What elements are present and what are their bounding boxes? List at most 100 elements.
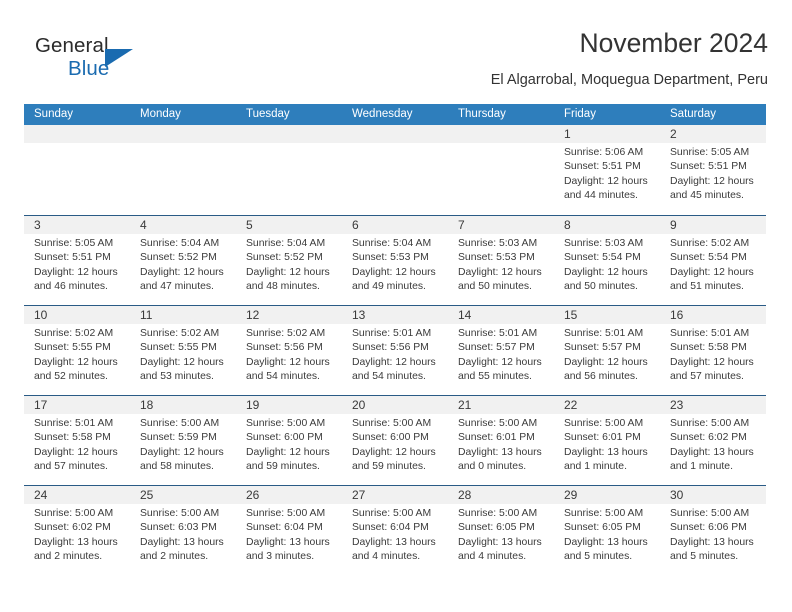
sunrise-text: Sunrise: 5:04 AM bbox=[140, 238, 220, 249]
day-cell[interactable]: 9 Sunrise: 5:02 AM Sunset: 5:54 PM Dayli… bbox=[660, 216, 766, 305]
day-cell[interactable]: 19 Sunrise: 5:00 AM Sunset: 6:00 PM Dayl… bbox=[236, 396, 342, 485]
day-number: 5 bbox=[236, 216, 342, 234]
day-details: Sunrise: 5:00 AM Sunset: 6:05 PM Dayligh… bbox=[554, 504, 660, 564]
page-title: November 2024 bbox=[579, 28, 768, 58]
sunrise-text: Sunrise: 5:00 AM bbox=[458, 508, 538, 519]
day-details: Sunrise: 5:00 AM Sunset: 6:04 PM Dayligh… bbox=[236, 504, 342, 564]
day-number: 9 bbox=[660, 216, 766, 234]
day-cell[interactable]: 11 Sunrise: 5:02 AM Sunset: 5:55 PM Dayl… bbox=[130, 306, 236, 395]
weekday-header-row: Sunday Monday Tuesday Wednesday Thursday… bbox=[24, 104, 766, 125]
day-cell[interactable]: 22 Sunrise: 5:00 AM Sunset: 6:01 PM Dayl… bbox=[554, 396, 660, 485]
day-cell[interactable]: 26 Sunrise: 5:00 AM Sunset: 6:04 PM Dayl… bbox=[236, 486, 342, 575]
daylight-text-line2: and 59 minutes. bbox=[246, 460, 320, 472]
day-number: 26 bbox=[236, 486, 342, 504]
day-cell[interactable] bbox=[342, 125, 448, 215]
day-number: 30 bbox=[660, 486, 766, 504]
daylight-text-line1: Daylight: 13 hours bbox=[564, 446, 648, 458]
daylight-text-line2: and 4 minutes. bbox=[458, 550, 527, 562]
sunset-text: Sunset: 5:52 PM bbox=[246, 252, 323, 264]
day-details bbox=[448, 143, 554, 146]
daylight-text-line2: and 49 minutes. bbox=[352, 280, 426, 292]
day-number: 8 bbox=[554, 216, 660, 234]
day-cell[interactable]: 20 Sunrise: 5:00 AM Sunset: 6:00 PM Dayl… bbox=[342, 396, 448, 485]
calendar-grid: Sunday Monday Tuesday Wednesday Thursday… bbox=[24, 104, 766, 575]
daylight-text-line1: Daylight: 12 hours bbox=[34, 266, 118, 278]
day-cell[interactable]: 2 Sunrise: 5:05 AM Sunset: 5:51 PM Dayli… bbox=[660, 125, 766, 215]
day-cell[interactable] bbox=[236, 125, 342, 215]
week-row: 1 Sunrise: 5:06 AM Sunset: 5:51 PM Dayli… bbox=[24, 125, 766, 215]
sunset-text: Sunset: 6:02 PM bbox=[670, 432, 747, 444]
day-details: Sunrise: 5:00 AM Sunset: 6:03 PM Dayligh… bbox=[130, 504, 236, 564]
sunset-text: Sunset: 6:04 PM bbox=[352, 522, 429, 534]
day-cell[interactable]: 18 Sunrise: 5:00 AM Sunset: 5:59 PM Dayl… bbox=[130, 396, 236, 485]
day-cell[interactable]: 23 Sunrise: 5:00 AM Sunset: 6:02 PM Dayl… bbox=[660, 396, 766, 485]
daylight-text-line2: and 57 minutes. bbox=[34, 460, 108, 472]
day-cell[interactable]: 27 Sunrise: 5:00 AM Sunset: 6:04 PM Dayl… bbox=[342, 486, 448, 575]
sunrise-text: Sunrise: 5:00 AM bbox=[352, 508, 432, 519]
day-number bbox=[342, 125, 448, 143]
sunrise-text: Sunrise: 5:05 AM bbox=[34, 238, 114, 249]
day-cell[interactable]: 12 Sunrise: 5:02 AM Sunset: 5:56 PM Dayl… bbox=[236, 306, 342, 395]
day-cell[interactable]: 24 Sunrise: 5:00 AM Sunset: 6:02 PM Dayl… bbox=[24, 486, 130, 575]
daylight-text-line1: Daylight: 13 hours bbox=[246, 536, 330, 548]
day-number: 18 bbox=[130, 396, 236, 414]
day-cell[interactable]: 4 Sunrise: 5:04 AM Sunset: 5:52 PM Dayli… bbox=[130, 216, 236, 305]
day-cell[interactable]: 5 Sunrise: 5:04 AM Sunset: 5:52 PM Dayli… bbox=[236, 216, 342, 305]
sunset-text: Sunset: 6:01 PM bbox=[564, 432, 641, 444]
day-cell[interactable]: 3 Sunrise: 5:05 AM Sunset: 5:51 PM Dayli… bbox=[24, 216, 130, 305]
sunrise-text: Sunrise: 5:00 AM bbox=[670, 418, 750, 429]
daylight-text-line1: Daylight: 12 hours bbox=[246, 356, 330, 368]
day-cell[interactable]: 15 Sunrise: 5:01 AM Sunset: 5:57 PM Dayl… bbox=[554, 306, 660, 395]
day-cell[interactable]: 1 Sunrise: 5:06 AM Sunset: 5:51 PM Dayli… bbox=[554, 125, 660, 215]
day-details bbox=[342, 143, 448, 146]
sunrise-text: Sunrise: 5:05 AM bbox=[670, 147, 750, 158]
day-cell[interactable]: 16 Sunrise: 5:01 AM Sunset: 5:58 PM Dayl… bbox=[660, 306, 766, 395]
day-cell[interactable]: 7 Sunrise: 5:03 AM Sunset: 5:53 PM Dayli… bbox=[448, 216, 554, 305]
day-cell[interactable]: 14 Sunrise: 5:01 AM Sunset: 5:57 PM Dayl… bbox=[448, 306, 554, 395]
day-number: 20 bbox=[342, 396, 448, 414]
day-details: Sunrise: 5:00 AM Sunset: 6:04 PM Dayligh… bbox=[342, 504, 448, 564]
sunset-text: Sunset: 5:51 PM bbox=[564, 161, 641, 173]
daylight-text-line1: Daylight: 12 hours bbox=[246, 266, 330, 278]
day-cell[interactable] bbox=[130, 125, 236, 215]
sunset-text: Sunset: 5:55 PM bbox=[34, 342, 111, 354]
day-cell[interactable] bbox=[448, 125, 554, 215]
daylight-text-line2: and 3 minutes. bbox=[246, 550, 315, 562]
day-cell[interactable]: 29 Sunrise: 5:00 AM Sunset: 6:05 PM Dayl… bbox=[554, 486, 660, 575]
daylight-text-line1: Daylight: 12 hours bbox=[564, 266, 648, 278]
daylight-text-line1: Daylight: 12 hours bbox=[352, 446, 436, 458]
day-cell[interactable] bbox=[24, 125, 130, 215]
daylight-text-line2: and 1 minute. bbox=[564, 460, 627, 472]
day-details: Sunrise: 5:01 AM Sunset: 5:56 PM Dayligh… bbox=[342, 324, 448, 384]
day-cell[interactable]: 21 Sunrise: 5:00 AM Sunset: 6:01 PM Dayl… bbox=[448, 396, 554, 485]
daylight-text-line1: Daylight: 12 hours bbox=[352, 356, 436, 368]
sunrise-text: Sunrise: 5:00 AM bbox=[564, 418, 644, 429]
daylight-text-line1: Daylight: 12 hours bbox=[140, 266, 224, 278]
day-cell[interactable]: 25 Sunrise: 5:00 AM Sunset: 6:03 PM Dayl… bbox=[130, 486, 236, 575]
day-cell[interactable]: 13 Sunrise: 5:01 AM Sunset: 5:56 PM Dayl… bbox=[342, 306, 448, 395]
day-details: Sunrise: 5:04 AM Sunset: 5:53 PM Dayligh… bbox=[342, 234, 448, 294]
sunrise-text: Sunrise: 5:01 AM bbox=[458, 328, 538, 339]
day-number: 25 bbox=[130, 486, 236, 504]
sunset-text: Sunset: 6:05 PM bbox=[458, 522, 535, 534]
general-blue-logo[interactable]: General Blue bbox=[35, 34, 165, 86]
day-cell[interactable]: 8 Sunrise: 5:03 AM Sunset: 5:54 PM Dayli… bbox=[554, 216, 660, 305]
sunrise-text: Sunrise: 5:00 AM bbox=[34, 508, 114, 519]
day-details: Sunrise: 5:05 AM Sunset: 5:51 PM Dayligh… bbox=[660, 143, 766, 203]
day-cell[interactable]: 17 Sunrise: 5:01 AM Sunset: 5:58 PM Dayl… bbox=[24, 396, 130, 485]
week-row: 17 Sunrise: 5:01 AM Sunset: 5:58 PM Dayl… bbox=[24, 395, 766, 485]
day-number: 29 bbox=[554, 486, 660, 504]
day-details: Sunrise: 5:04 AM Sunset: 5:52 PM Dayligh… bbox=[130, 234, 236, 294]
day-cell[interactable]: 6 Sunrise: 5:04 AM Sunset: 5:53 PM Dayli… bbox=[342, 216, 448, 305]
day-details: Sunrise: 5:01 AM Sunset: 5:58 PM Dayligh… bbox=[24, 414, 130, 474]
weekday-friday: Friday bbox=[564, 108, 596, 120]
day-details: Sunrise: 5:01 AM Sunset: 5:57 PM Dayligh… bbox=[448, 324, 554, 384]
day-details: Sunrise: 5:05 AM Sunset: 5:51 PM Dayligh… bbox=[24, 234, 130, 294]
weekday-thursday: Thursday bbox=[458, 108, 506, 120]
daylight-text-line1: Daylight: 12 hours bbox=[564, 175, 648, 187]
day-cell[interactable]: 30 Sunrise: 5:00 AM Sunset: 6:06 PM Dayl… bbox=[660, 486, 766, 575]
daylight-text-line2: and 1 minute. bbox=[670, 460, 733, 472]
sunrise-text: Sunrise: 5:00 AM bbox=[140, 508, 220, 519]
day-cell[interactable]: 28 Sunrise: 5:00 AM Sunset: 6:05 PM Dayl… bbox=[448, 486, 554, 575]
day-cell[interactable]: 10 Sunrise: 5:02 AM Sunset: 5:55 PM Dayl… bbox=[24, 306, 130, 395]
